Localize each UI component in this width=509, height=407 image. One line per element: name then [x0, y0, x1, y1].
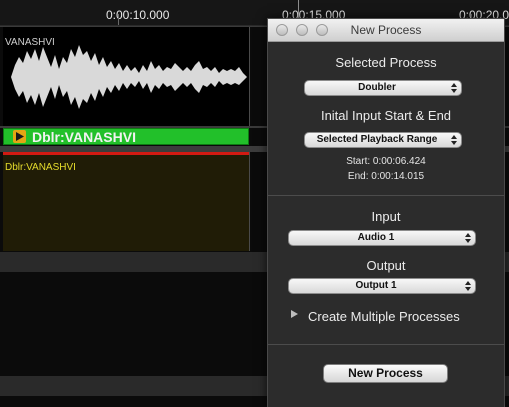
output-value: Output 1 — [355, 280, 397, 291]
new-process-button[interactable]: New Process — [323, 364, 448, 383]
disclosure-triangle-icon[interactable] — [290, 309, 299, 319]
audio-region[interactable]: VANASHVI — [3, 27, 250, 126]
input-value: Audio 1 — [357, 232, 395, 243]
popup-arrows-icon — [451, 135, 457, 145]
output-popup[interactable]: Output 1 — [288, 278, 476, 294]
selected-process-popup[interactable]: Doubler — [304, 80, 462, 96]
doubler-clip-bar[interactable]: Dblr:VANASHVI — [3, 128, 249, 145]
selected-process-value: Doubler — [358, 82, 396, 93]
popup-arrows-icon — [465, 233, 471, 243]
doubler-region[interactable]: Dblr:VANASHVI — [3, 152, 250, 251]
clip-label: Dblr:VANASHVI — [32, 129, 136, 145]
input-popup[interactable]: Audio 1 — [288, 230, 476, 246]
playback-range-popup[interactable]: Selected Playback Range — [304, 132, 462, 148]
popup-arrows-icon — [465, 281, 471, 291]
doubler-region-topline — [3, 152, 249, 155]
doubler-region-name: Dblr:VANASHVI — [5, 162, 76, 173]
section-divider — [268, 195, 504, 196]
selected-process-label: Selected Process — [335, 55, 437, 70]
dialog-titlebar[interactable]: New Process — [268, 19, 504, 42]
start-time-text: Start: 0:00:06.424 — [346, 156, 426, 167]
ruler-tick — [118, 14, 119, 25]
ruler-tick-label: 0:00:10.000 — [106, 8, 170, 22]
input-label: Input — [371, 209, 401, 224]
initial-input-label: Inital Input Start & End — [320, 108, 452, 123]
create-multiple-processes-label[interactable]: Create Multiple Processes — [308, 309, 460, 324]
end-time-text: End: 0:00:14.015 — [347, 171, 425, 182]
play-icon[interactable] — [13, 130, 26, 143]
playback-range-value: Selected Playback Range — [316, 134, 438, 145]
new-process-dialog: New Process Selected Process Doubler Ini… — [267, 18, 505, 407]
audio-waveform — [11, 45, 247, 109]
section-divider — [268, 344, 504, 345]
popup-arrows-icon — [451, 83, 457, 93]
output-label: Output — [366, 258, 406, 273]
dialog-title: New Process — [350, 23, 422, 37]
